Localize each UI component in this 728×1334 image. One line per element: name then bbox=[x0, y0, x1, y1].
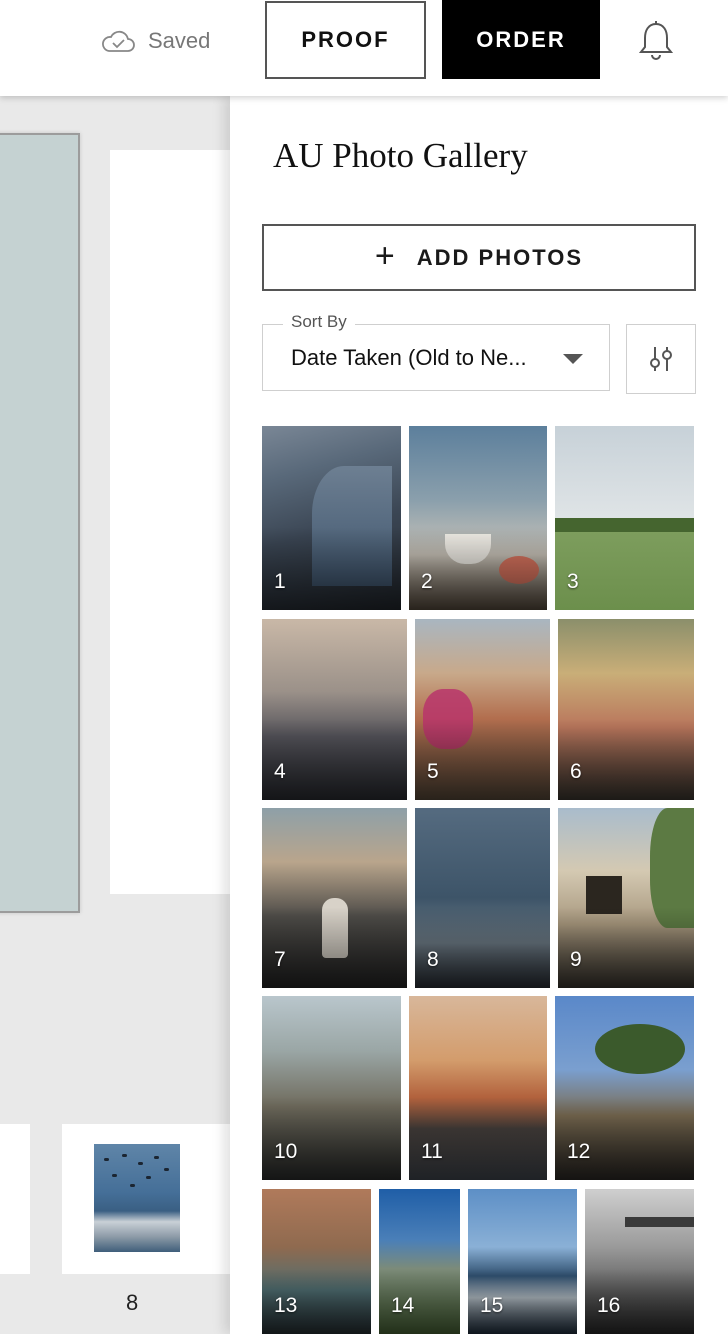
sort-by-select[interactable]: Sort By Date Taken (Old to Ne... bbox=[262, 312, 610, 391]
page-thumbnail-photo bbox=[94, 1144, 180, 1252]
gallery-photo[interactable]: 5 bbox=[415, 619, 550, 800]
photo-number: 2 bbox=[421, 570, 433, 593]
gallery-photo[interactable]: 14 bbox=[379, 1189, 460, 1334]
photo-number: 11 bbox=[421, 1140, 443, 1163]
caret-down-icon bbox=[563, 354, 583, 364]
photo-number: 8 bbox=[427, 948, 439, 971]
sort-by-label: Sort By bbox=[283, 312, 355, 332]
gallery-title: AU Photo Gallery bbox=[273, 136, 528, 175]
gallery-photo[interactable]: 2 bbox=[409, 426, 547, 610]
add-photos-label: ADD PHOTOS bbox=[416, 244, 584, 270]
page-thumbnail-number: 8 bbox=[126, 1290, 139, 1315]
gallery-photo[interactable]: 9 bbox=[558, 808, 694, 988]
photo-gallery-panel: AU Photo Gallery + ADD PHOTOS Sort By Da… bbox=[230, 96, 728, 1334]
bell-icon[interactable] bbox=[638, 20, 674, 62]
photo-number: 16 bbox=[597, 1294, 621, 1317]
photo-number: 4 bbox=[274, 760, 286, 783]
photo-number: 12 bbox=[567, 1140, 591, 1163]
photo-number: 9 bbox=[570, 948, 582, 971]
book-page-right[interactable] bbox=[110, 150, 230, 894]
proof-button[interactable]: PROOF bbox=[265, 1, 426, 79]
top-bar: Saved PROOF ORDER bbox=[0, 0, 728, 96]
photo-number: 5 bbox=[427, 760, 439, 783]
photo-number: 3 bbox=[567, 570, 579, 593]
gallery-photo[interactable]: 13 bbox=[262, 1189, 371, 1334]
book-canvas: 8 bbox=[0, 96, 230, 1334]
filter-button[interactable] bbox=[626, 324, 696, 394]
gallery-photo[interactable]: 3 bbox=[555, 426, 694, 610]
order-button[interactable]: ORDER bbox=[442, 0, 600, 79]
sort-by-value: Date Taken (Old to Ne... bbox=[291, 345, 527, 370]
gallery-photo[interactable]: 4 bbox=[262, 619, 407, 800]
gallery-photo[interactable]: 1 bbox=[262, 426, 401, 610]
gallery-photo[interactable]: 15 bbox=[468, 1189, 577, 1334]
gallery-photo[interactable]: 11 bbox=[409, 996, 547, 1180]
add-photos-button[interactable]: + ADD PHOTOS bbox=[262, 224, 696, 291]
photo-number: 13 bbox=[274, 1294, 298, 1317]
photo-number: 10 bbox=[274, 1140, 298, 1163]
book-page-left[interactable] bbox=[0, 133, 80, 913]
gallery-photo[interactable]: 12 bbox=[555, 996, 694, 1180]
photo-number: 7 bbox=[274, 948, 286, 971]
gallery-photo[interactable]: 7 bbox=[262, 808, 407, 988]
gallery-photo[interactable]: 16 bbox=[585, 1189, 694, 1334]
photo-number: 15 bbox=[480, 1294, 504, 1317]
gallery-photo[interactable]: 6 bbox=[558, 619, 694, 800]
saved-label: Saved bbox=[148, 28, 211, 53]
gallery-photo[interactable]: 8 bbox=[415, 808, 550, 988]
photo-number: 6 bbox=[570, 760, 582, 783]
save-status: Saved bbox=[100, 26, 210, 56]
sliders-icon bbox=[650, 347, 672, 371]
photo-number: 1 bbox=[274, 570, 286, 593]
gallery-photo[interactable]: 10 bbox=[262, 996, 401, 1180]
photo-number: 14 bbox=[391, 1294, 415, 1317]
page-thumbnail-previous[interactable] bbox=[0, 1124, 30, 1274]
cloud-check-icon bbox=[102, 30, 135, 52]
plus-icon: + bbox=[374, 236, 395, 275]
